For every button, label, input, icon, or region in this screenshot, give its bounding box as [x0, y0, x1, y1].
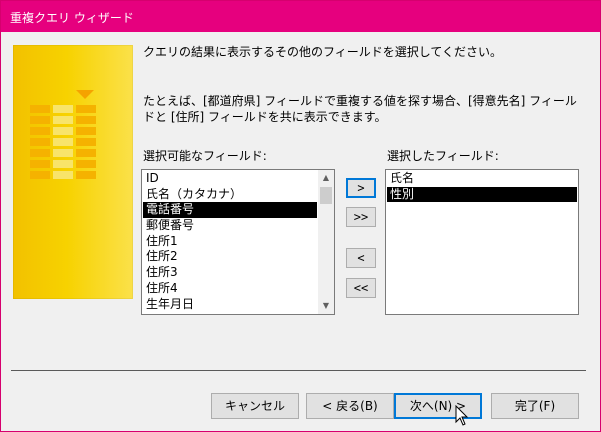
- mouse-pointer-icon: [455, 405, 469, 426]
- separator: [11, 370, 586, 371]
- cancel-button[interactable]: キャンセル: [211, 393, 299, 419]
- list-item[interactable]: 住所1: [143, 234, 317, 250]
- scroll-down-icon[interactable]: ▼: [318, 298, 334, 314]
- example-text: たとえば、[都道府県] フィールドで重複する値を探す場合、[得意先名] フィール…: [143, 94, 577, 124]
- selected-fields-list[interactable]: 氏名 性別: [385, 169, 579, 315]
- down-arrow-icon: [76, 90, 94, 99]
- list-item[interactable]: 性別: [387, 186, 577, 203]
- list-item[interactable]: 氏名（カタカナ）: [143, 187, 317, 203]
- selected-fields-label: 選択したフィールド:: [387, 149, 499, 163]
- instruction-text: クエリの結果に表示するその他のフィールドを選択してください。: [143, 45, 503, 59]
- vertical-scrollbar[interactable]: ▲ ▼: [318, 170, 334, 314]
- window-title: 重複クエリ ウィザード: [10, 11, 134, 25]
- list-item[interactable]: 住所2: [143, 249, 317, 265]
- list-item[interactable]: 電話番号: [143, 202, 317, 219]
- list-item[interactable]: 郵便番号: [143, 218, 317, 234]
- list-item[interactable]: 住所3: [143, 265, 317, 281]
- remove-all-fields-button[interactable]: <<: [346, 278, 376, 298]
- list-item[interactable]: 生年月日: [143, 297, 317, 313]
- query-wizard-window: 重複クエリ ウィザード クエリの結果に表示するその他のフィールドを選択してくださ…: [0, 0, 601, 432]
- available-fields-list[interactable]: ID 氏名（カタカナ） 電話番号 郵便番号 住所1 住所2 住所3 住所4 生年月日 ▲ ▼: [141, 169, 335, 315]
- wizard-content: クエリの結果に表示するその他のフィールドを選択してください。 たとえば、[都道府…: [1, 32, 600, 431]
- table-grid-icon: [30, 105, 97, 180]
- list-item[interactable]: ID: [143, 171, 317, 187]
- title-bar[interactable]: 重複クエリ ウィザード: [1, 1, 600, 32]
- list-item[interactable]: 氏名: [387, 171, 577, 187]
- finish-button[interactable]: 完了(F): [491, 393, 579, 419]
- back-button[interactable]: < 戻る(B): [306, 393, 394, 419]
- list-item[interactable]: 住所4: [143, 281, 317, 297]
- remove-field-button[interactable]: <: [346, 248, 376, 268]
- add-all-fields-button[interactable]: >>: [346, 207, 376, 227]
- available-fields-items: ID 氏名（カタカナ） 電話番号 郵便番号 住所1 住所2 住所3 住所4 生年月日: [143, 171, 317, 312]
- wizard-illustration: [13, 45, 133, 299]
- scroll-up-icon[interactable]: ▲: [318, 170, 334, 186]
- selected-fields-items: 氏名 性別: [387, 171, 577, 203]
- add-field-button[interactable]: >: [346, 178, 376, 198]
- scroll-thumb[interactable]: [320, 187, 332, 204]
- available-fields-label: 選択可能なフィールド:: [143, 149, 267, 163]
